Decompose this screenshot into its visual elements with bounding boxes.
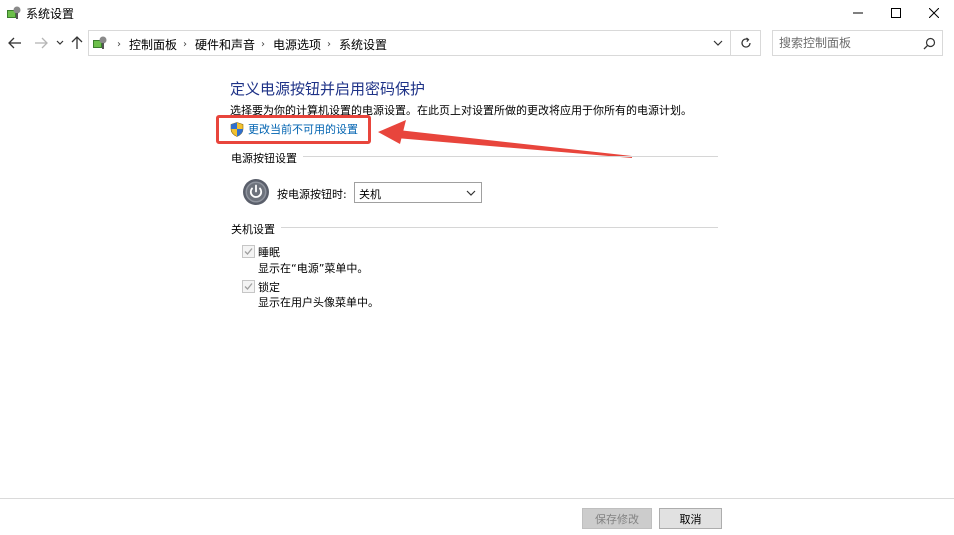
power-button-section-title: 电源按钮设置	[231, 150, 303, 166]
page-title: 定义电源按钮并启用密码保护	[230, 80, 426, 98]
close-button[interactable]	[916, 0, 952, 26]
breadcrumb-item-power-options[interactable]: 电源选项	[273, 36, 321, 53]
breadcrumb-item-control-panel[interactable]: 控制面板	[129, 36, 177, 53]
breadcrumb: › 控制面板 › 硬件和声音 › 电源选项 › 系统设置	[111, 36, 387, 53]
power-options-app-icon	[7, 6, 21, 19]
lock-checkbox-label: 锁定	[258, 281, 280, 294]
arrow-up-icon	[71, 36, 83, 49]
search-input[interactable]	[779, 35, 919, 51]
sleep-checkbox-description: 显示在“电源”菜单中。	[258, 262, 369, 275]
chevron-right-icon[interactable]: ›	[261, 39, 265, 50]
chevron-right-icon: ›	[117, 39, 121, 50]
lock-checkbox-description: 显示在用户头像菜单中。	[258, 296, 379, 309]
divider	[231, 156, 718, 157]
refresh-icon	[740, 37, 751, 48]
shutdown-section-title: 关机设置	[231, 221, 281, 237]
recent-locations-button[interactable]	[54, 34, 66, 52]
chevron-right-icon[interactable]: ›	[327, 39, 331, 50]
power-button-action-label: 按电源按钮时:	[277, 188, 347, 201]
lock-checkbox[interactable]	[242, 280, 255, 293]
minimize-button[interactable]	[840, 0, 876, 26]
search-box[interactable]	[772, 30, 943, 56]
arrow-right-icon	[35, 37, 48, 49]
power-button-action-value: 关机	[359, 188, 381, 201]
uac-shield-icon	[230, 121, 244, 137]
change-unavailable-settings-label: 更改当前不可用的设置	[248, 123, 358, 136]
navigation-bar: › 控制面板 › 硬件和声音 › 电源选项 › 系统设置	[0, 28, 954, 58]
save-changes-button[interactable]: 保存修改	[582, 508, 652, 529]
refresh-button[interactable]	[731, 30, 761, 56]
checkmark-icon	[244, 248, 253, 255]
cancel-button[interactable]: 取消	[659, 508, 722, 529]
window-title: 系统设置	[26, 7, 75, 21]
up-button[interactable]	[68, 34, 86, 52]
change-unavailable-settings-link[interactable]: 更改当前不可用的设置	[230, 121, 358, 137]
footer-divider	[0, 498, 954, 499]
power-button-icon	[243, 179, 269, 205]
maximize-icon	[891, 8, 901, 18]
chevron-down-icon	[56, 40, 64, 45]
power-button-action-select[interactable]: 关机	[354, 182, 482, 203]
close-icon	[929, 8, 939, 18]
breadcrumb-item-hardware-sound[interactable]: 硬件和声音	[195, 36, 255, 53]
sleep-checkbox-label: 睡眠	[258, 246, 280, 259]
search-icon[interactable]	[923, 37, 936, 50]
maximize-button[interactable]	[878, 0, 914, 26]
divider	[231, 227, 718, 228]
minimize-icon	[853, 12, 863, 14]
control-panel-icon	[93, 36, 107, 49]
checkmark-icon	[244, 283, 253, 290]
address-bar[interactable]: › 控制面板 › 硬件和声音 › 电源选项 › 系统设置	[88, 30, 731, 56]
forward-button[interactable]	[32, 34, 50, 52]
chevron-right-icon[interactable]: ›	[183, 39, 187, 50]
chevron-down-icon	[466, 190, 476, 196]
sleep-checkbox[interactable]	[242, 245, 255, 258]
title-bar: 系统设置	[0, 0, 954, 26]
chevron-down-icon[interactable]	[712, 36, 724, 50]
breadcrumb-item-system-settings[interactable]: 系统设置	[339, 36, 387, 53]
back-button[interactable]	[6, 34, 24, 52]
annotation-arrow	[378, 120, 632, 158]
arrow-left-icon	[8, 37, 21, 49]
